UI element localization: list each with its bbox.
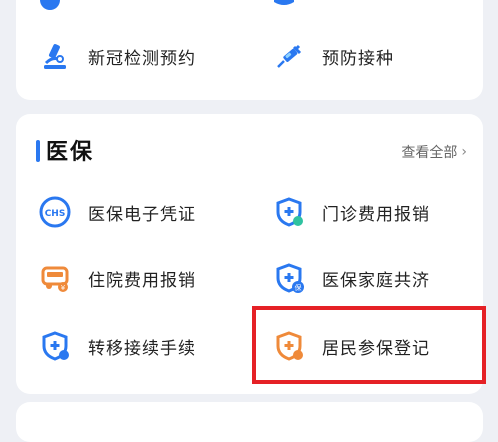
partial-row-icon-right [274,0,294,5]
covid-test-booking-label: 新冠检测预约 [88,48,196,69]
services-card-top: 新冠检测预约 预防接种 [16,0,483,100]
ambulance-icon: ¥ [38,261,72,295]
transfer-procedures[interactable]: 转移接续手续 [38,326,196,366]
insurance-e-certificate[interactable]: CHS 医保电子凭证 [38,192,196,232]
highlight-box [252,306,486,384]
svg-text:CHS: CHS [45,209,66,219]
shield-transfer-icon [38,329,72,363]
view-all-link[interactable]: 查看全部 › [401,142,467,162]
hospitalization-reimbursement-label: 住院费用报销 [88,270,196,291]
section-title: 医保 [46,140,95,165]
syringe-icon [272,39,306,73]
hospitalization-reimbursement[interactable]: ¥ 住院费用报销 [38,258,196,298]
partial-row-icon-left [40,0,60,10]
family-mutual-aid-label: 医保家庭共济 [322,270,430,291]
chevron-right-icon: › [461,144,467,160]
family-mutual-aid[interactable]: 保 医保家庭共济 [272,258,430,298]
outpatient-reimbursement[interactable]: 门诊费用报销 [272,192,430,232]
view-all-label: 查看全部 [401,145,458,161]
vaccination-label: 预防接种 [322,48,394,69]
section-accent-bar [36,140,40,162]
shield-plus-family-icon: 保 [272,261,306,295]
shield-plus-icon [272,195,306,229]
microscope-icon [38,39,72,73]
svg-text:保: 保 [295,283,302,292]
transfer-procedures-label: 转移接续手续 [88,338,196,359]
chs-badge-icon: CHS [38,195,72,229]
vaccination[interactable]: 预防接种 [272,36,394,76]
covid-test-booking[interactable]: 新冠检测预约 [38,36,196,76]
insurance-e-certificate-label: 医保电子凭证 [88,204,196,225]
outpatient-reimbursement-label: 门诊费用报销 [322,204,430,225]
svg-text:¥: ¥ [61,284,66,292]
services-card-bottom [16,402,483,442]
